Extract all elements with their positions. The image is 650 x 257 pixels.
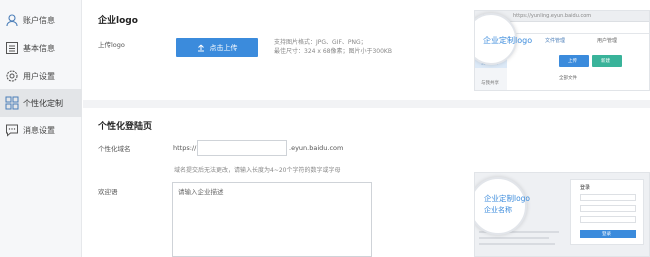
sidebar: 账户信息 基本信息 用户设置 个性化定制 消息设置 bbox=[0, 0, 82, 257]
sidebar-item-customize[interactable]: 个性化定制 bbox=[0, 89, 82, 117]
preview-tab: 用户管理 bbox=[597, 38, 618, 44]
upload-hint-formats: 支持图片格式：JPG、GIF、PNG； bbox=[274, 39, 367, 46]
welcome-label: 欢迎语 bbox=[98, 188, 118, 196]
domain-suffix: .eyun.baidu.com bbox=[289, 144, 344, 152]
sidebar-item-user-settings[interactable]: 用户设置 bbox=[0, 62, 82, 90]
domain-hint: 域名提交后无法更改，请输入长度为4~20个字符的数字或字母 bbox=[174, 167, 341, 174]
preview-company-text: 企业名称 bbox=[484, 206, 512, 214]
gear-icon bbox=[6, 70, 18, 82]
preview-new-btn: 新建 bbox=[592, 55, 622, 67]
login-section-title: 个性化登陆页 bbox=[98, 122, 153, 132]
sidebar-item-basic[interactable]: 基本信息 bbox=[0, 34, 82, 62]
sidebar-item-label: 账户信息 bbox=[23, 16, 55, 25]
sidebar-item-messages[interactable]: 消息设置 bbox=[0, 116, 82, 144]
upload-button[interactable]: 点击上传 bbox=[176, 38, 258, 57]
welcome-placeholder: 请输入企业描述 bbox=[178, 188, 224, 196]
preview-tab: 文件管理 bbox=[545, 38, 566, 44]
domain-input[interactable] bbox=[197, 140, 287, 156]
section-divider bbox=[83, 100, 650, 108]
grid-icon bbox=[5, 96, 19, 110]
sidebar-item-account[interactable]: 账户信息 bbox=[0, 6, 82, 34]
upload-logo-label: 上传logo bbox=[98, 41, 125, 49]
preview-list-head: 全部文件 bbox=[559, 76, 577, 81]
sidebar-item-label: 个性化定制 bbox=[23, 99, 63, 108]
logo-preview-image: ◀ ▶ ⟳ https://yunling.eyun.baidu.com 我的文… bbox=[474, 10, 650, 91]
sidebar-item-label: 用户设置 bbox=[23, 72, 55, 81]
preview-upload-btn: 上传 bbox=[559, 55, 589, 67]
preview-login-box: 登录 登录 bbox=[570, 179, 644, 245]
preview-logo-text: 企业定制logo bbox=[484, 194, 531, 203]
user-icon bbox=[6, 14, 18, 27]
list-icon bbox=[6, 42, 18, 54]
login-preview-image: 登录 登录 企业定制logo 企业名称 bbox=[474, 172, 650, 257]
message-icon bbox=[6, 124, 18, 137]
preview-url: https://yunling.eyun.baidu.com bbox=[513, 13, 592, 19]
upload-icon bbox=[197, 44, 204, 51]
sidebar-item-label: 基本信息 bbox=[23, 44, 55, 53]
sidebar-item-label: 消息设置 bbox=[23, 126, 55, 135]
preview-side-item: 与我共享 bbox=[481, 81, 499, 86]
logo-section-title: 企业logo bbox=[98, 16, 138, 26]
preview-logo-text: 企业定制logo bbox=[483, 36, 533, 45]
upload-button-label: 点击上传 bbox=[209, 43, 238, 52]
domain-label: 个性化域名 bbox=[98, 145, 131, 153]
domain-prefix: https:// bbox=[173, 144, 197, 152]
app-window: 账户信息 基本信息 用户设置 个性化定制 消息设置 企业logo 上传logo … bbox=[0, 0, 650, 257]
upload-hint-size: 最佳尺寸：324 x 68像素；图片小于300KB bbox=[274, 48, 392, 55]
